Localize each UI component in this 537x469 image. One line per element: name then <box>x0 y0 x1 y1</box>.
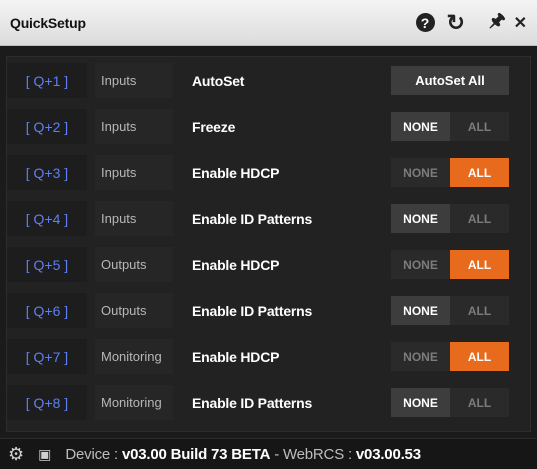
status-footer: ⚙ ▣ Device : v03.00 Build 73 BETA - WebR… <box>0 438 537 469</box>
none-option[interactable]: NONE <box>391 296 450 325</box>
settings-icon[interactable]: ⚙ <box>8 444 24 465</box>
row-category: Monitoring <box>95 385 173 420</box>
quicksetup-row: [ Q+4 ] Inputs Enable ID Patterns NONE ALL <box>7 201 530 236</box>
camera-icon[interactable]: ▣ <box>38 446 51 463</box>
title-bar: QuickSetup ? ↻ 🖈 ✕ <box>0 0 537 46</box>
shortcut-key: [ Q+4 ] <box>7 201 87 236</box>
window-title: QuickSetup <box>10 14 86 31</box>
row-category: Inputs <box>95 63 173 98</box>
none-all-toggle: NONE ALL <box>391 250 509 279</box>
quicksetup-row: [ Q+6 ] Outputs Enable ID Patterns NONE ALL <box>7 293 530 328</box>
quicksetup-row: [ Q+2 ] Inputs Freeze NONE ALL <box>7 109 530 144</box>
all-option[interactable]: ALL <box>450 158 509 187</box>
device-version: v03.00 Build 73 BETA <box>121 445 271 463</box>
shortcut-key: [ Q+8 ] <box>7 385 87 420</box>
quicksetup-row: [ Q+7 ] Monitoring Enable HDCP NONE ALL <box>7 339 530 374</box>
row-category: Outputs <box>95 293 173 328</box>
none-option[interactable]: NONE <box>391 158 450 187</box>
row-label: AutoSet <box>192 72 245 89</box>
none-all-toggle: NONE ALL <box>391 112 509 141</box>
all-option[interactable]: ALL <box>450 250 509 279</box>
autoset-all-button[interactable]: AutoSet All <box>391 66 509 95</box>
row-label: Enable HDCP <box>192 256 280 273</box>
all-option[interactable]: ALL <box>450 204 509 233</box>
shortcut-key: [ Q+5 ] <box>7 247 87 282</box>
webrcs-label: WebRCS : <box>282 445 352 463</box>
row-label: Enable ID Patterns <box>192 210 313 227</box>
row-category: Inputs <box>95 155 173 190</box>
none-option[interactable]: NONE <box>391 250 450 279</box>
title-bar-icons: ? ↻ 🖈 ✕ <box>402 8 527 38</box>
pin-icon[interactable]: 🖈 <box>489 8 506 38</box>
shortcut-key: [ Q+7 ] <box>7 339 87 374</box>
none-all-toggle: NONE ALL <box>391 296 509 325</box>
none-option[interactable]: NONE <box>391 342 450 371</box>
none-option[interactable]: NONE <box>391 388 450 417</box>
all-option[interactable]: ALL <box>450 296 509 325</box>
version-info: Device : v03.00 Build 73 BETA - WebRCS :… <box>65 445 421 463</box>
none-all-toggle: NONE ALL <box>391 204 509 233</box>
row-label: Enable ID Patterns <box>192 302 313 319</box>
quicksetup-panel: [ Q+1 ] Inputs AutoSet AutoSet All[ Q+2 ] In… <box>6 56 531 432</box>
none-option[interactable]: NONE <box>391 112 450 141</box>
device-label: Device : <box>65 445 118 463</box>
none-all-toggle: NONE ALL <box>391 158 509 187</box>
row-label: Freeze <box>192 118 236 135</box>
shortcut-key: [ Q+6 ] <box>7 293 87 328</box>
separator: - <box>274 445 279 463</box>
row-label: Enable HDCP <box>192 164 280 181</box>
row-category: Monitoring <box>95 339 173 374</box>
row-label: Enable HDCP <box>192 348 280 365</box>
shortcut-key: [ Q+3 ] <box>7 155 87 190</box>
shortcut-key: [ Q+1 ] <box>7 63 87 98</box>
quicksetup-row: [ Q+3 ] Inputs Enable HDCP NONE ALL <box>7 155 530 190</box>
all-option[interactable]: ALL <box>450 342 509 371</box>
all-option[interactable]: ALL <box>450 112 509 141</box>
row-category: Inputs <box>95 201 173 236</box>
none-all-toggle: NONE ALL <box>391 388 509 417</box>
shortcut-key: [ Q+2 ] <box>7 109 87 144</box>
close-icon[interactable]: ✕ <box>514 13 527 33</box>
webrcs-version: v03.00.53 <box>355 445 421 463</box>
none-all-toggle: NONE ALL <box>391 342 509 371</box>
row-label: Enable ID Patterns <box>192 394 313 411</box>
quicksetup-row: [ Q+5 ] Outputs Enable HDCP NONE ALL <box>7 247 530 282</box>
quicksetup-row: [ Q+8 ] Monitoring Enable ID Patterns NONE A… <box>7 385 530 420</box>
refresh-icon[interactable]: ↻ <box>447 10 465 36</box>
quicksetup-row: [ Q+1 ] Inputs AutoSet AutoSet All <box>7 63 530 98</box>
none-option[interactable]: NONE <box>391 204 450 233</box>
row-category: Inputs <box>95 109 173 144</box>
help-icon[interactable]: ? <box>415 13 435 32</box>
all-option[interactable]: ALL <box>450 388 509 417</box>
row-category: Outputs <box>95 247 173 282</box>
